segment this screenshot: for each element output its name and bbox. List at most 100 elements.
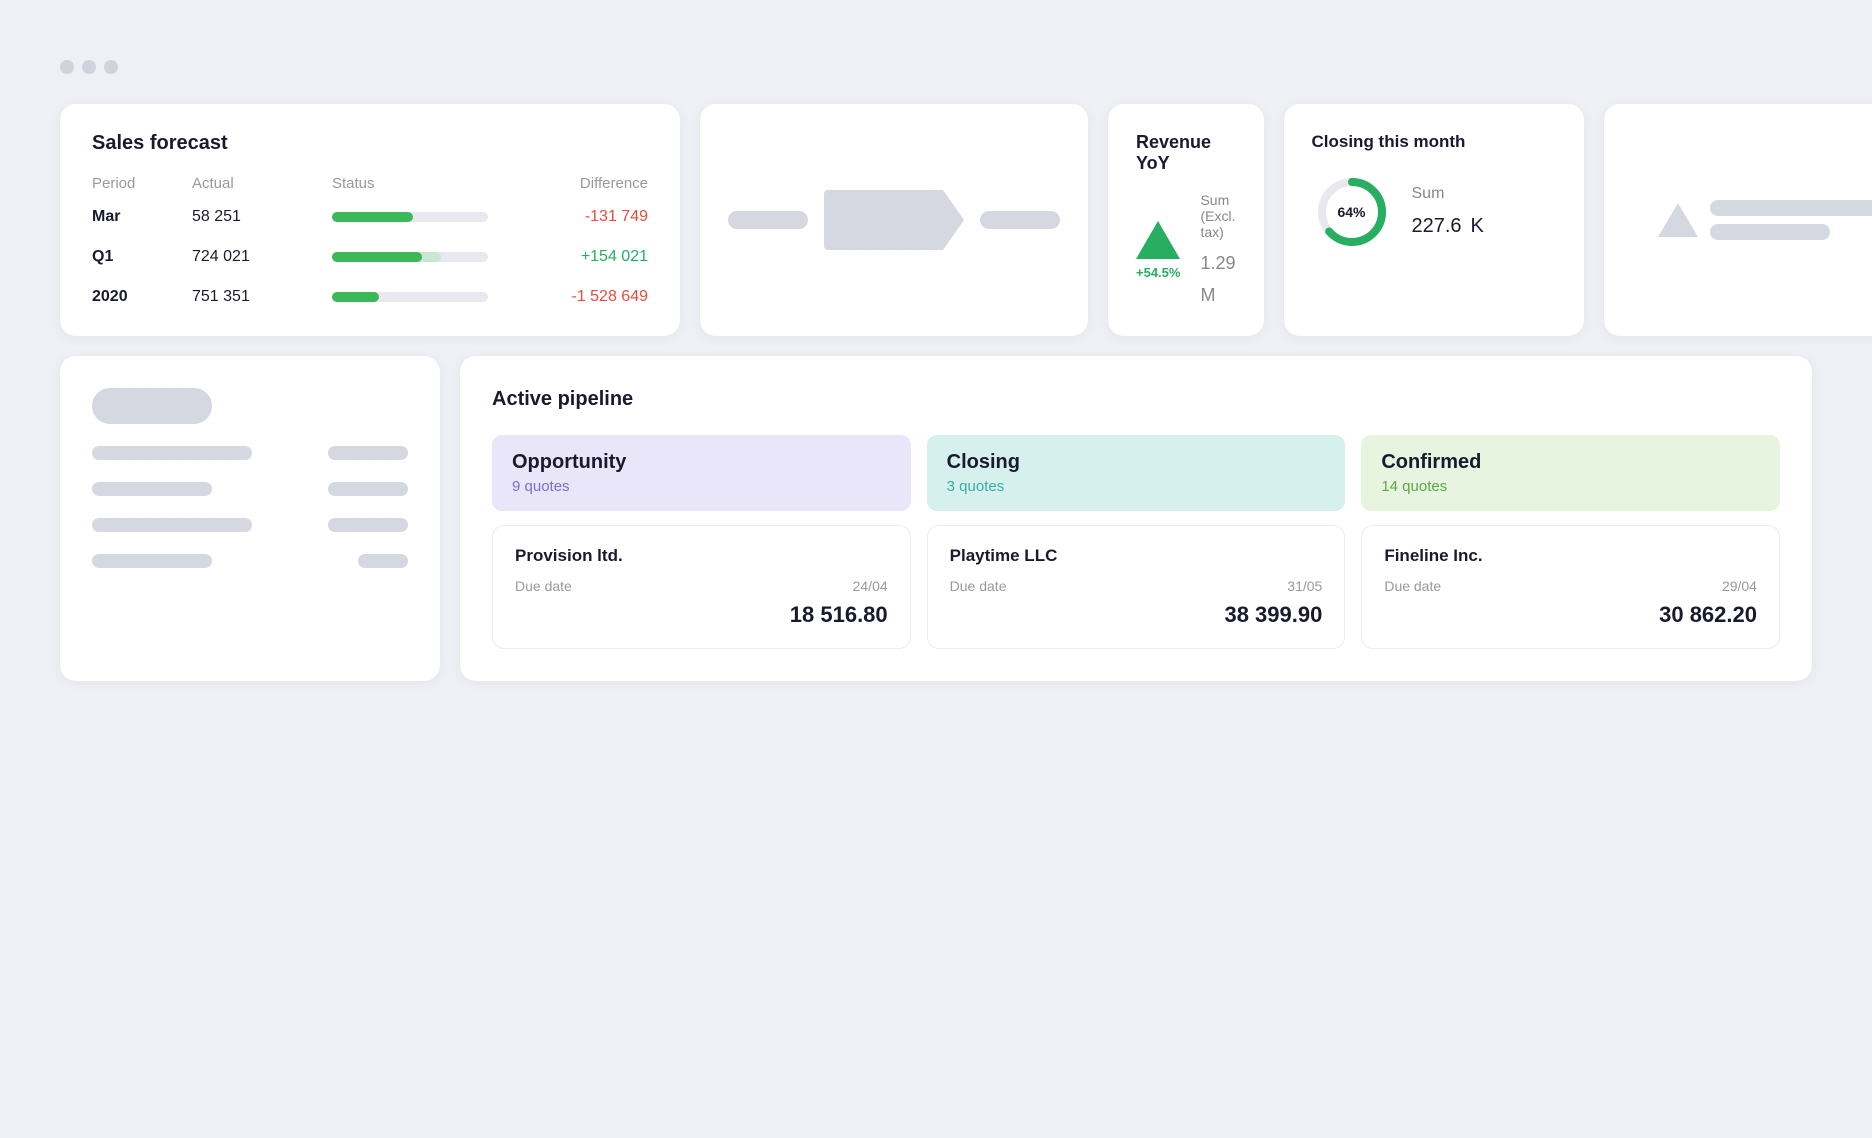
revenue-yoy-card: Revenue YoY +54.5% Sum (Excl. tax) 1.29 … <box>1108 104 1264 336</box>
donut-label: 64% <box>1337 204 1365 220</box>
pipeline-col-confirmed: Confirmed 14 quotes Fineline Inc. Due da… <box>1361 435 1780 649</box>
quote-due-date-1: 31/05 <box>1287 578 1322 594</box>
donut-chart: 64% <box>1312 172 1392 252</box>
revenue-stats: Sum (Excl. tax) 1.29 M <box>1200 192 1235 308</box>
sidebar-row-1 <box>92 446 408 460</box>
right-line-1 <box>1710 200 1872 216</box>
revenue-pct: +54.5% <box>1136 265 1180 280</box>
closing-sum-value: 227.6 K <box>1412 203 1484 240</box>
closing-title: Closing this month <box>1312 132 1556 152</box>
sidebar-row-4 <box>92 554 408 568</box>
quote-card-opportunity[interactable]: Provision ltd. Due date 24/04 18 516.80 <box>492 525 911 649</box>
forecast-table: Period Actual Status Difference Mar 58 2… <box>92 175 648 306</box>
active-pipeline-card: Active pipeline Opportunity 9 quotes Pro… <box>460 356 1812 681</box>
pipeline-card-title: Active pipeline <box>492 388 1780 411</box>
diff-q1: +154 021 <box>508 248 648 266</box>
col-subtitle-opportunity: 9 quotes <box>512 478 891 495</box>
sidebar-line-8 <box>358 554 408 568</box>
sidebar-line-4 <box>328 482 408 496</box>
titlebar-dot-3 <box>104 60 118 74</box>
titlebar-dot-2 <box>82 60 96 74</box>
quote-due-label-1: Due date <box>950 578 1007 594</box>
pipeline-col-closing: Closing 3 quotes Playtime LLC Due date 3… <box>927 435 1346 649</box>
col-period: Period <box>92 175 192 192</box>
quote-card-closing[interactable]: Playtime LLC Due date 31/05 38 399.90 <box>927 525 1346 649</box>
revenue-number: 1.29 <box>1200 253 1235 273</box>
bar-2020 <box>332 292 488 302</box>
closing-sum: Sum 227.6 K <box>1412 185 1484 240</box>
pipeline-columns: Opportunity 9 quotes Provision ltd. Due … <box>492 435 1780 649</box>
actual-q1: 724 021 <box>192 248 332 266</box>
diff-mar: -131 749 <box>508 208 648 226</box>
bar-mar <box>332 212 488 222</box>
sidebar-placeholder-card <box>60 356 440 681</box>
closing-content: 64% Sum 227.6 K <box>1312 172 1556 252</box>
quote-amount-1: 38 399.90 <box>950 602 1323 628</box>
sidebar-line-3 <box>92 482 212 496</box>
forecast-row-mar: Mar 58 251 -131 749 <box>92 208 648 226</box>
quote-card-confirmed[interactable]: Fineline Inc. Due date 29/04 30 862.20 <box>1361 525 1780 649</box>
sidebar-line-2 <box>328 446 408 460</box>
closing-sum-number: 227.6 <box>1412 215 1462 237</box>
quote-company-0: Provision ltd. <box>515 546 888 566</box>
quote-company-1: Playtime LLC <box>950 546 1323 566</box>
revenue-triangle-icon: +54.5% <box>1136 221 1180 280</box>
col-header-confirmed: Confirmed 14 quotes <box>1361 435 1780 511</box>
pipeline-arrows <box>728 132 1060 308</box>
quote-due-label-2: Due date <box>1384 578 1441 594</box>
revenue-yoy-title: Revenue YoY <box>1136 132 1236 174</box>
col-subtitle-closing: 3 quotes <box>947 478 1326 495</box>
bar-green-2020 <box>332 292 379 302</box>
col-actual: Actual <box>192 175 332 192</box>
quote-due-label-0: Due date <box>515 578 572 594</box>
quote-due-row-0: Due date 24/04 <box>515 578 888 594</box>
sidebar-row-3 <box>92 518 408 532</box>
col-header-closing: Closing 3 quotes <box>927 435 1346 511</box>
quote-due-row-1: Due date 31/05 <box>950 578 1323 594</box>
sidebar-line-1 <box>92 446 252 460</box>
right-triangle-icon <box>1658 203 1698 237</box>
bar-green-mar <box>332 212 413 222</box>
col-title-opportunity: Opportunity <box>512 451 891 474</box>
sidebar-tag <box>92 388 212 424</box>
middle-top: Revenue YoY +54.5% Sum (Excl. tax) 1.29 … <box>700 104 1264 336</box>
top-row: Sales forecast Period Actual Status Diff… <box>60 104 1812 336</box>
pipeline-bar-left <box>728 211 808 229</box>
diff-2020: -1 528 649 <box>508 288 648 306</box>
quote-due-row-2: Due date 29/04 <box>1384 578 1757 594</box>
right-placeholder-card <box>1604 104 1872 336</box>
revenue-label: Sum (Excl. tax) <box>1200 192 1235 240</box>
pipeline-arrow <box>824 190 964 250</box>
sales-forecast-card: Sales forecast Period Actual Status Diff… <box>60 104 680 336</box>
pipeline-bar-right <box>980 211 1060 229</box>
period-mar: Mar <box>92 208 192 226</box>
quote-amount-2: 30 862.20 <box>1384 602 1757 628</box>
revenue-content: +54.5% Sum (Excl. tax) 1.29 M <box>1136 192 1236 308</box>
col-status: Status <box>332 175 508 192</box>
period-q1: Q1 <box>92 248 192 266</box>
sidebar-line-5 <box>92 518 252 532</box>
closing-sum-label: Sum <box>1412 185 1484 203</box>
forecast-row-2020: 2020 751 351 -1 528 649 <box>92 288 648 306</box>
pipeline-col-opportunity: Opportunity 9 quotes Provision ltd. Due … <box>492 435 911 649</box>
col-difference: Difference <box>508 175 648 192</box>
sidebar-line-6 <box>328 518 408 532</box>
revenue-unit: M <box>1200 285 1215 305</box>
closing-sum-unit: K <box>1470 215 1483 237</box>
bar-q1 <box>332 252 488 262</box>
right-line-2 <box>1710 224 1830 240</box>
revenue-value: 1.29 M <box>1200 244 1235 308</box>
actual-2020: 751 351 <box>192 288 332 306</box>
sidebar-row-2 <box>92 482 408 496</box>
actual-mar: 58 251 <box>192 208 332 226</box>
titlebar <box>60 60 1812 74</box>
pipeline-visual-card <box>700 104 1088 336</box>
forecast-table-header: Period Actual Status Difference <box>92 175 648 192</box>
right-placeholder-lines <box>1710 200 1872 240</box>
titlebar-dot-1 <box>60 60 74 74</box>
forecast-row-q1: Q1 724 021 +154 021 <box>92 248 648 266</box>
col-title-closing: Closing <box>947 451 1326 474</box>
bottom-row: Active pipeline Opportunity 9 quotes Pro… <box>60 356 1812 681</box>
quote-due-date-2: 29/04 <box>1722 578 1757 594</box>
quote-due-date-0: 24/04 <box>853 578 888 594</box>
